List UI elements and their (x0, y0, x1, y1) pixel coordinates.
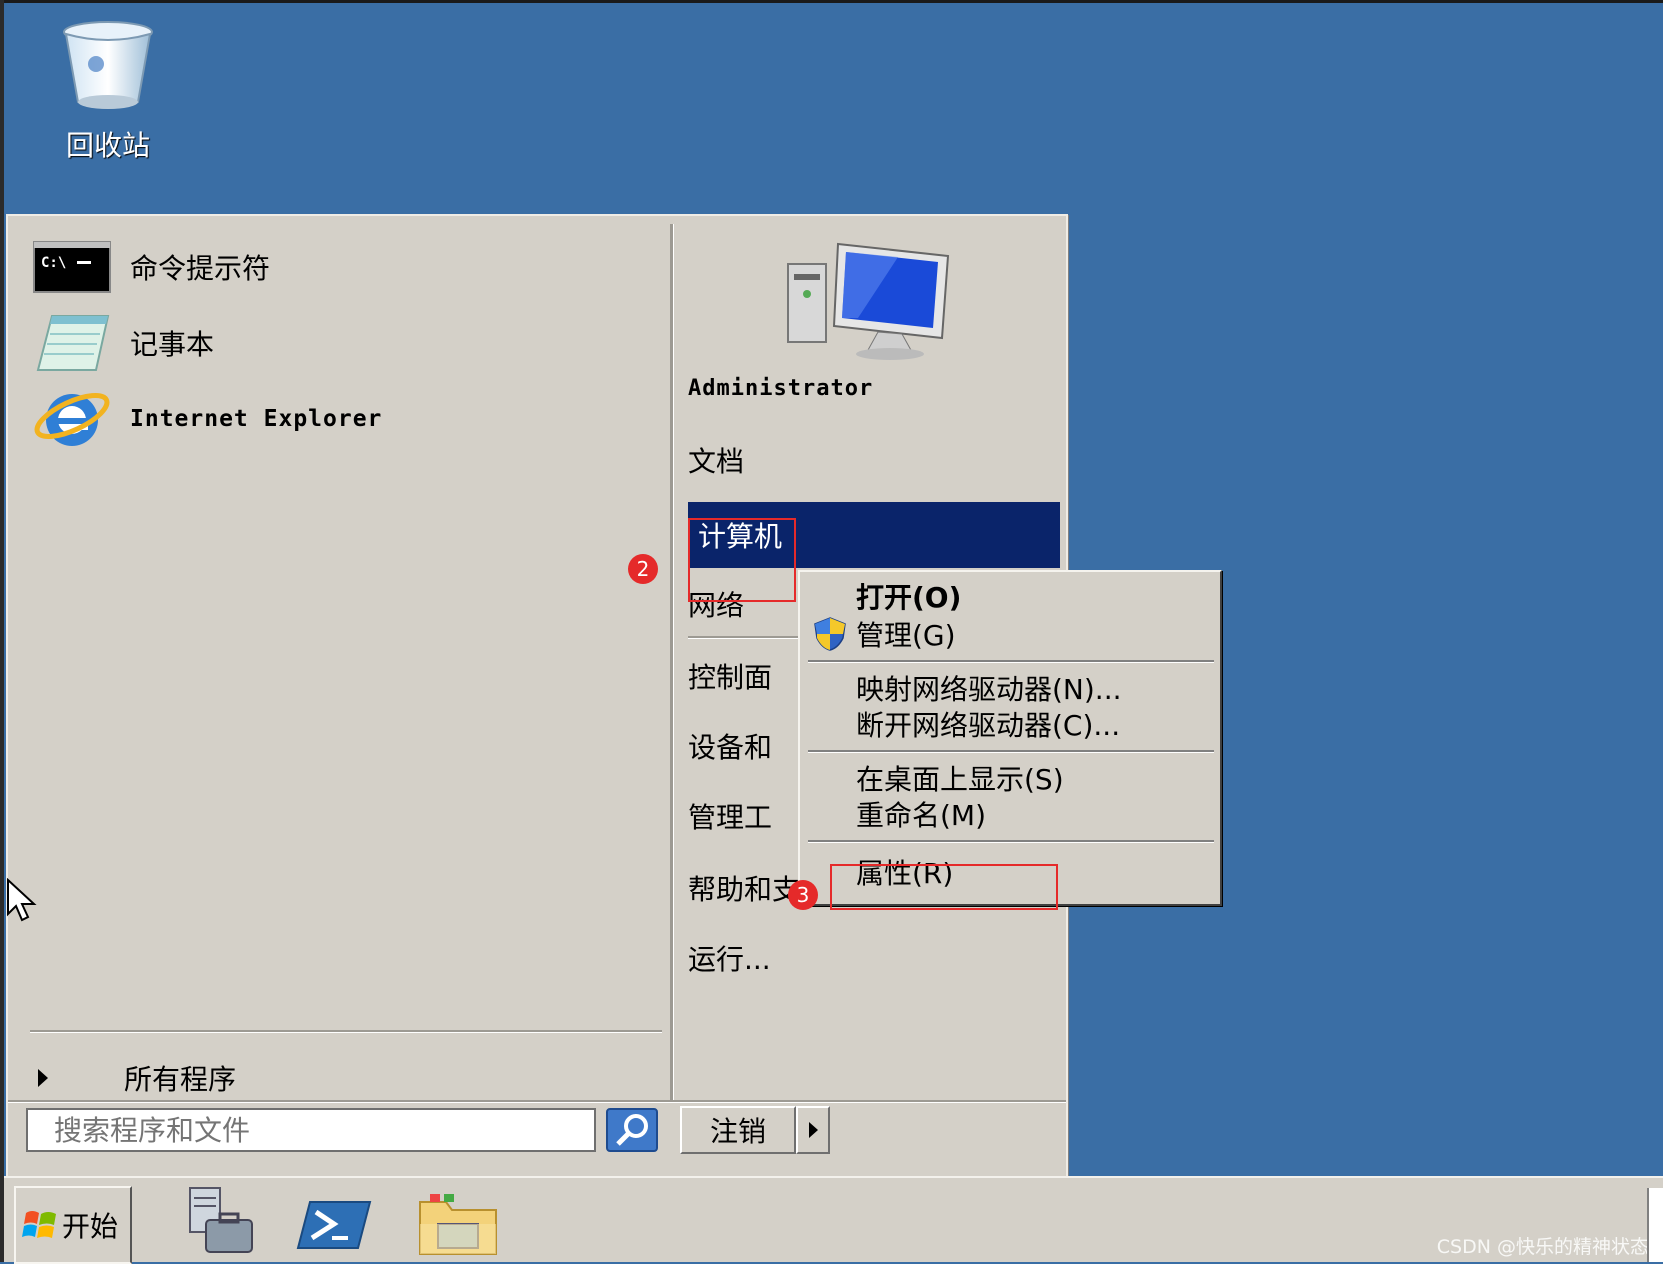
taskbar: 开始 CSDN @快乐的精神状态 (4, 1176, 1663, 1264)
pinned-item-label: 记事本 (130, 328, 215, 361)
ctx-rename[interactable]: 重命名(M) (856, 796, 986, 832)
all-programs-button[interactable]: 所有程序 (32, 1048, 236, 1108)
search-box[interactable] (26, 1108, 596, 1152)
logoff-label: 注销 (709, 1115, 766, 1148)
annotation-box-computer (688, 518, 796, 602)
ctx-separator (808, 750, 1214, 753)
server-manager-icon (189, 1187, 253, 1253)
search-button[interactable] (606, 1108, 658, 1152)
step-badge-2: 2 (628, 554, 658, 584)
start-menu-divider (670, 224, 674, 1102)
ctx-separator (808, 660, 1214, 663)
search-input[interactable] (52, 1110, 596, 1150)
pinned-item-notepad[interactable]: 记事本 (32, 308, 214, 378)
ctx-separator (808, 840, 1214, 843)
server-manager-button[interactable] (180, 1184, 260, 1260)
svg-text:C:\: C:\ (41, 255, 66, 271)
shutdown-options-button[interactable] (796, 1106, 830, 1154)
powershell-icon (296, 1201, 372, 1249)
ctx-open[interactable]: 打开(O) (856, 578, 961, 614)
pinned-item-internet-explorer[interactable]: Internet Explorer (32, 384, 382, 454)
admin-tools-link[interactable]: 管理工 (688, 796, 772, 836)
search-icon (606, 1108, 658, 1152)
start-button-label: 开始 (62, 1210, 119, 1243)
ctx-show-on-desktop[interactable]: 在桌面上显示(S) (856, 760, 1064, 796)
all-programs-separator (30, 1030, 662, 1033)
user-folder-link[interactable]: Administrator (688, 376, 873, 401)
annotation-box-properties (830, 864, 1058, 910)
start-menu-left-pane: C:\ 命令提示符 记事本 Internet Explorer 所有程序 (8, 216, 668, 1096)
mouse-pointer-icon (7, 878, 37, 922)
computer-context-menu: 打开(O) 管理(G) 映射网络驱动器(N)... 断开网络驱动器(C)... … (798, 570, 1222, 906)
notepad-icon (32, 312, 112, 374)
pinned-item-label: Internet Explorer (130, 406, 383, 432)
devices-printers-link[interactable]: 设备和 (688, 726, 772, 766)
start-menu-bottom-separator (8, 1100, 1066, 1103)
pinned-item-cmd[interactable]: C:\ 命令提示符 (32, 232, 270, 302)
ctx-map-network-drive[interactable]: 映射网络驱动器(N)... (856, 670, 1122, 706)
windows-logo-icon (22, 1211, 56, 1238)
pinned-item-label: 命令提示符 (130, 252, 271, 285)
all-programs-label: 所有程序 (124, 1063, 237, 1096)
control-panel-link[interactable]: 控制面 (688, 656, 772, 696)
screen-left-edge (0, 0, 4, 1262)
documents-link[interactable]: 文档 (688, 440, 744, 480)
logoff-button[interactable]: 注销 (680, 1106, 796, 1154)
run-link[interactable]: 运行... (688, 938, 771, 978)
screen-top-edge (0, 0, 1663, 3)
ctx-disconnect-network-drive[interactable]: 断开网络驱动器(C)... (856, 706, 1120, 742)
windows-explorer-button[interactable] (416, 1184, 497, 1260)
triangle-right-icon (38, 1069, 48, 1087)
recycle-bin-icon (63, 21, 153, 109)
ie-icon (32, 388, 112, 450)
start-button[interactable]: 开始 (14, 1186, 132, 1264)
explorer-icon (419, 1194, 497, 1255)
notification-area-edge (1647, 1188, 1663, 1262)
desktop-icon-recycle-bin[interactable]: 回收站 (38, 18, 178, 164)
triangle-right-icon (808, 1122, 818, 1138)
computer-icon (778, 234, 958, 362)
cmd-icon: C:\ (32, 236, 112, 298)
powershell-button[interactable] (294, 1184, 374, 1260)
ctx-manage[interactable]: 管理(G) (856, 616, 956, 652)
uac-shield-icon (814, 617, 846, 651)
watermark-text: CSDN @快乐的精神状态 (1436, 1236, 1649, 1258)
recycle-bin-label: 回收站 (65, 129, 150, 162)
step-badge-3: 3 (788, 880, 818, 910)
